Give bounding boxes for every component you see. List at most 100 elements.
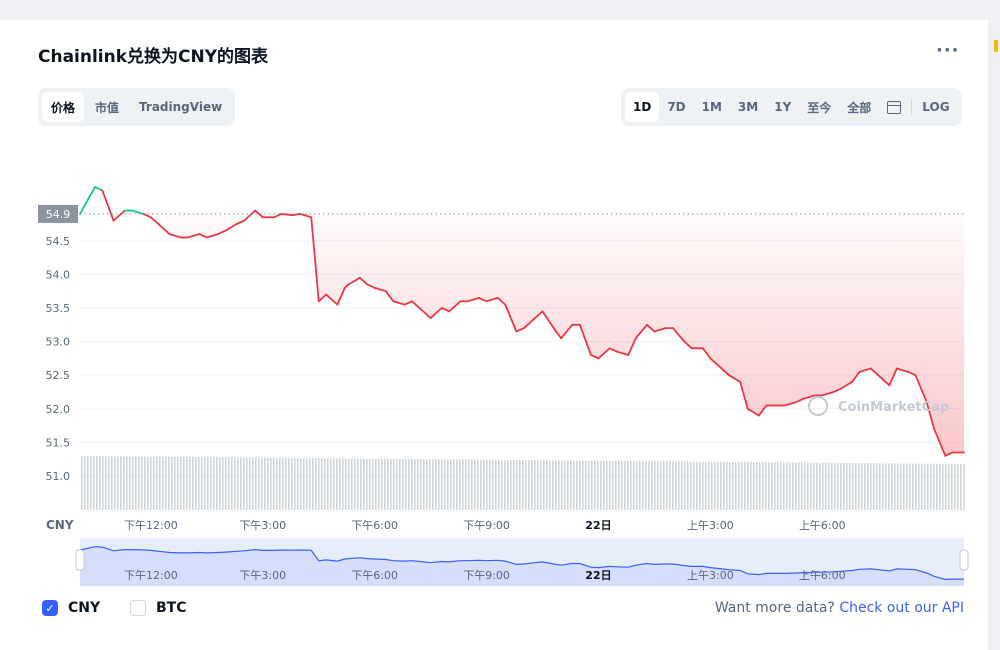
volume-bar xyxy=(273,457,275,510)
volume-bar xyxy=(348,458,350,510)
volume-bar xyxy=(216,457,218,510)
volume-bar xyxy=(726,461,728,510)
volume-bar xyxy=(681,461,683,510)
volume-bar xyxy=(96,456,98,510)
navigator-left-handle[interactable] xyxy=(75,549,85,571)
volume-bar xyxy=(189,456,191,510)
volume-bar xyxy=(675,461,677,510)
x-tick-label: 上午3:00 xyxy=(687,519,734,532)
volume-bar xyxy=(480,459,482,510)
volume-bar xyxy=(282,457,284,510)
navigator-tick-label: 下午6:00 xyxy=(351,569,398,582)
volume-bar xyxy=(84,456,86,510)
volume-bar xyxy=(405,458,407,510)
volume-bar xyxy=(519,459,521,510)
volume-bar xyxy=(810,462,812,510)
volume-bar xyxy=(186,456,188,510)
volume-bar xyxy=(153,456,155,510)
volume-bar xyxy=(81,456,83,510)
volume-bar xyxy=(531,460,533,510)
volume-bar xyxy=(336,458,338,510)
volume-bar xyxy=(204,457,206,510)
volume-bar xyxy=(330,458,332,510)
volume-bar xyxy=(828,462,830,510)
volume-bar xyxy=(150,456,152,510)
volume-bar xyxy=(927,463,929,510)
volume-bar xyxy=(303,458,305,510)
volume-bar xyxy=(474,459,476,510)
volume-bar xyxy=(543,460,545,510)
navigator-right-handle[interactable] xyxy=(959,549,969,571)
volume-bar xyxy=(192,457,194,510)
volume-bar xyxy=(579,460,581,510)
volume-bar xyxy=(366,458,368,510)
volume-bar xyxy=(213,457,215,510)
volume-bar xyxy=(900,463,902,510)
volume-bar xyxy=(660,461,662,510)
volume-bar xyxy=(558,460,560,510)
y-tick-label: 53.5 xyxy=(46,302,71,315)
volume-bar xyxy=(231,457,233,510)
volume-bar xyxy=(243,457,245,510)
volume-bar xyxy=(594,460,596,510)
volume-bar xyxy=(486,459,488,510)
volume-bar xyxy=(708,461,710,510)
volume-bar xyxy=(585,460,587,510)
volume-bar xyxy=(639,461,641,510)
volume-bar xyxy=(849,462,851,510)
volume-bar xyxy=(939,463,941,510)
volume-bar xyxy=(921,463,923,510)
volume-bar xyxy=(609,460,611,510)
volume-bar xyxy=(168,456,170,510)
volume-bar xyxy=(633,461,635,510)
volume-bar xyxy=(162,456,164,510)
volume-bar xyxy=(411,458,413,510)
navigator-tick-label: 上午3:00 xyxy=(687,569,734,582)
watermark: CoinMarketCap xyxy=(838,400,949,415)
currency-label: CNY xyxy=(46,518,74,532)
volume-bar xyxy=(402,458,404,510)
volume-bar xyxy=(672,461,674,510)
x-tick-label: 下午6:00 xyxy=(351,519,398,532)
volume-bar xyxy=(138,456,140,510)
volume-bar xyxy=(444,459,446,510)
volume-bar xyxy=(699,461,701,510)
volume-bar xyxy=(318,458,320,510)
volume-bar xyxy=(906,463,908,510)
volume-bar xyxy=(114,456,116,510)
volume-bar xyxy=(771,462,773,510)
volume-bar xyxy=(846,462,848,510)
volume-bar xyxy=(654,461,656,510)
volume-bar xyxy=(603,460,605,510)
volume-bar xyxy=(261,457,263,510)
volume-bar xyxy=(780,462,782,510)
volume-bar xyxy=(651,461,653,510)
volume-bar xyxy=(408,458,410,510)
volume-bar xyxy=(396,458,398,510)
volume-bar xyxy=(516,459,518,510)
volume-bar xyxy=(789,462,791,510)
volume-bar xyxy=(477,459,479,510)
volume-bar xyxy=(843,462,845,510)
volume-bar xyxy=(897,463,899,510)
y-tick-label: 52.0 xyxy=(46,403,71,416)
volume-bar xyxy=(228,457,230,510)
volume-bar xyxy=(711,461,713,510)
volume-bar xyxy=(591,460,593,510)
volume-bar xyxy=(600,460,602,510)
volume-bar xyxy=(177,456,179,510)
volume-bar xyxy=(858,463,860,510)
volume-bar xyxy=(942,463,944,510)
volume-bar xyxy=(702,461,704,510)
volume-bar xyxy=(174,456,176,510)
volume-bar xyxy=(252,457,254,510)
price-chart[interactable]: 54.5 54.0 53.5 53.0 52.5 52.0 51.5 51.0 54.9 Coin… xyxy=(0,0,1000,650)
volume-bar xyxy=(576,460,578,510)
volume-bar xyxy=(534,460,536,510)
volume-bar xyxy=(801,462,803,510)
volume-bar xyxy=(792,462,794,510)
volume-bar xyxy=(465,459,467,510)
y-tick-label: 54.5 xyxy=(46,235,71,248)
volume-bar xyxy=(513,459,515,510)
volume-bar xyxy=(327,458,329,510)
